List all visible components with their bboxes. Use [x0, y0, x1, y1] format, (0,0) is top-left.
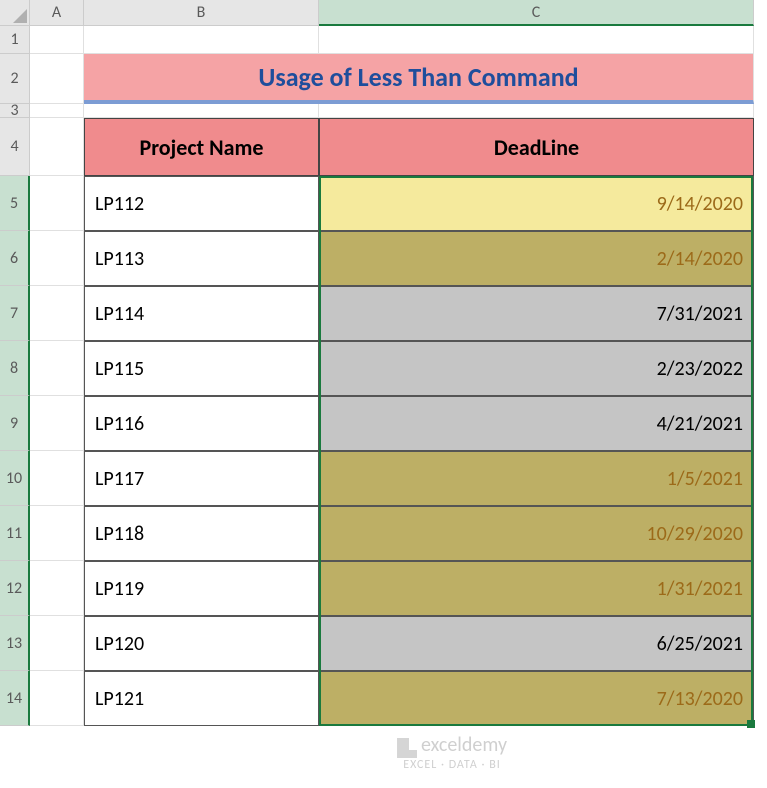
- cell-c9[interactable]: 4/21/2021: [319, 396, 754, 451]
- cell-c14[interactable]: 7/13/2020: [319, 671, 754, 726]
- cell-b1[interactable]: [84, 26, 319, 54]
- watermark-icon: [397, 738, 417, 758]
- cell-a12[interactable]: [30, 561, 84, 616]
- cell-c1[interactable]: [319, 26, 754, 54]
- row-header-11[interactable]: 11: [0, 506, 30, 561]
- header-deadline[interactable]: DeadLine: [319, 118, 754, 176]
- row-header-13[interactable]: 13: [0, 616, 30, 671]
- row-header-9[interactable]: 9: [0, 396, 30, 451]
- row-header-8[interactable]: 8: [0, 341, 30, 396]
- cell-b13[interactable]: LP120: [84, 616, 319, 671]
- cell-b8[interactable]: LP115: [84, 341, 319, 396]
- cell-a8[interactable]: [30, 341, 84, 396]
- cell-a1[interactable]: [30, 26, 84, 54]
- cell-b9[interactable]: LP116: [84, 396, 319, 451]
- cell-a7[interactable]: [30, 286, 84, 341]
- cell-b11[interactable]: LP118: [84, 506, 319, 561]
- row-header-3[interactable]: 3: [0, 104, 30, 118]
- row-header-2[interactable]: 2: [0, 54, 30, 104]
- cell-a9[interactable]: [30, 396, 84, 451]
- cell-a14[interactable]: [30, 671, 84, 726]
- col-header-c[interactable]: C: [319, 0, 754, 26]
- row-header-5[interactable]: 5: [0, 176, 30, 231]
- cell-c6[interactable]: 2/14/2020: [319, 231, 754, 286]
- select-all-corner[interactable]: [0, 0, 30, 26]
- cell-a3[interactable]: [30, 104, 84, 118]
- row-header-4[interactable]: 4: [0, 118, 30, 176]
- header-project[interactable]: Project Name: [84, 118, 319, 176]
- cell-a10[interactable]: [30, 451, 84, 506]
- title-cell[interactable]: Usage of Less Than Command: [84, 54, 754, 104]
- cell-a13[interactable]: [30, 616, 84, 671]
- cell-c5[interactable]: 9/14/2020: [319, 176, 754, 231]
- cell-a6[interactable]: [30, 231, 84, 286]
- row-header-10[interactable]: 10: [0, 451, 30, 506]
- cell-c3[interactable]: [319, 104, 754, 118]
- cell-b5[interactable]: LP112: [84, 176, 319, 231]
- cell-c7[interactable]: 7/31/2021: [319, 286, 754, 341]
- cell-c13[interactable]: 6/25/2021: [319, 616, 754, 671]
- cell-b14[interactable]: LP121: [84, 671, 319, 726]
- cell-c10[interactable]: 1/5/2021: [319, 451, 754, 506]
- row-header-6[interactable]: 6: [0, 231, 30, 286]
- cell-b10[interactable]: LP117: [84, 451, 319, 506]
- row-header-12[interactable]: 12: [0, 561, 30, 616]
- watermark: exceldemy EXCEL · DATA · BI: [397, 733, 507, 772]
- cell-b6[interactable]: LP113: [84, 231, 319, 286]
- row-header-7[interactable]: 7: [0, 286, 30, 341]
- row-header-1[interactable]: 1: [0, 26, 30, 54]
- cell-b12[interactable]: LP119: [84, 561, 319, 616]
- cell-c8[interactable]: 2/23/2022: [319, 341, 754, 396]
- col-header-a[interactable]: A: [30, 0, 84, 26]
- cell-c12[interactable]: 1/31/2021: [319, 561, 754, 616]
- cell-a5[interactable]: [30, 176, 84, 231]
- col-header-b[interactable]: B: [84, 0, 319, 26]
- cell-a11[interactable]: [30, 506, 84, 561]
- cell-b3[interactable]: [84, 104, 319, 118]
- cell-a4[interactable]: [30, 118, 84, 176]
- cell-b7[interactable]: LP114: [84, 286, 319, 341]
- spreadsheet-grid: A B C 1 2 Usage of Less Than Command 3 4…: [0, 0, 767, 726]
- row-header-14[interactable]: 14: [0, 671, 30, 726]
- cell-c11[interactable]: 10/29/2020: [319, 506, 754, 561]
- cell-a2[interactable]: [30, 54, 84, 104]
